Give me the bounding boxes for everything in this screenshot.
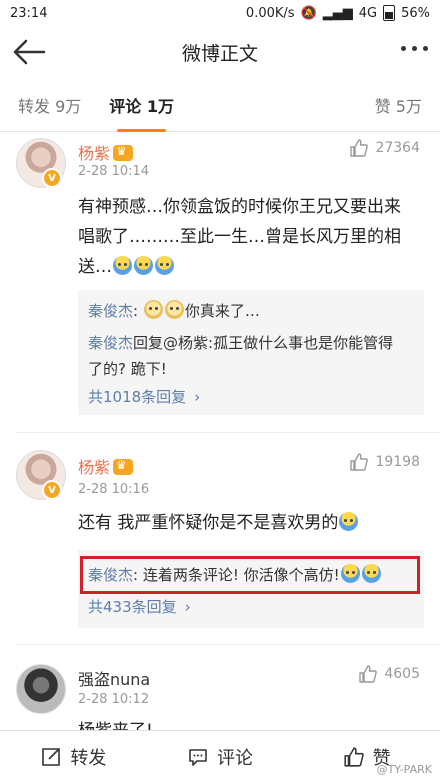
battery-icon [383, 5, 396, 21]
view-more-replies-link[interactable]: 共433条回复 › [88, 596, 414, 617]
comment-username[interactable]: 强盗nuna [78, 666, 150, 690]
emoji-icon [113, 256, 132, 275]
nav-bar: 微博正文 [0, 26, 440, 78]
verified-icon: V [42, 168, 62, 188]
comment-time: 2-28 10:16 [78, 482, 150, 497]
thumb-up-icon [350, 139, 369, 157]
like-button[interactable]: 19198 [349, 452, 420, 472]
bottom-action-bar: 转发 评论 赞 @TY-PARK [0, 730, 440, 782]
tab-comment[interactable]: 评论 1万 [109, 93, 174, 132]
thumb-up-icon [344, 746, 364, 767]
mute-icon: 🔕 [300, 5, 317, 21]
comment-button[interactable]: 评论 [147, 744, 294, 770]
avatar[interactable] [16, 664, 66, 714]
emoji-icon [155, 256, 174, 275]
like-count: 19198 [375, 454, 420, 470]
vip-crown-icon [113, 144, 134, 161]
comment-time: 2-28 10:14 [78, 164, 150, 179]
like-count: 4605 [384, 666, 420, 682]
signal-icon: ▂▄▆ [322, 5, 353, 21]
vip-crown-icon [113, 458, 134, 475]
comment-username[interactable]: 杨紫 [78, 454, 134, 478]
comment-time: 2-28 10:12 [78, 692, 150, 707]
comment-text: 还有 我严重怀疑你是不是喜欢男的 [78, 508, 428, 538]
repost-button[interactable]: 转发 [0, 744, 147, 770]
verified-icon: V [42, 480, 62, 500]
watermark: @TY-PARK [376, 763, 432, 776]
reply-item[interactable]: 秦俊杰回复@杨紫:孤王做什么事也是你能管得 了的? 跪下! [88, 330, 414, 382]
view-more-replies-link[interactable]: 共1018条回复 › [88, 386, 414, 407]
status-indicators: 0.00K/s 🔕 ▂▄▆ 4G 56% [246, 5, 430, 21]
page-title: 微博正文 [181, 42, 258, 65]
emoji-icon [143, 300, 163, 319]
comment-icon [189, 748, 207, 766]
repost-icon [42, 747, 61, 766]
tab-likes[interactable]: 赞 5万 [375, 93, 422, 117]
reply-box: 秦俊杰: 你真来了… 秦俊杰回复@杨紫:孤王做什么事也是你能管得 了的? 跪下!… [78, 290, 424, 415]
emoji-icon [134, 256, 153, 275]
more-options-icon[interactable] [401, 46, 428, 51]
back-arrow-icon[interactable] [12, 38, 46, 66]
comment-text: 有神预感…你领盒饭的时候你王兄又要出来 唱歌了………至此一生…曾是长风万里的相 … [78, 197, 401, 277]
network-speed: 0.00K/s [245, 5, 295, 21]
thumb-up-icon [359, 665, 378, 683]
comment-text: 杨紫来了! [78, 716, 428, 730]
thumb-up-icon [350, 453, 369, 471]
divider [16, 432, 440, 433]
like-button[interactable]: 27364 [349, 138, 420, 158]
tab-repost[interactable]: 转发 9万 [18, 93, 81, 117]
emoji-icon [339, 512, 359, 531]
comment-list: V 杨紫 2-28 10:14 27364 有神预感…你领盒饭的时候你王兄又要出… [0, 132, 440, 730]
chevron-right-icon: › [184, 598, 191, 616]
status-bar: 23:14 0.00K/s 🔕 ▂▄▆ 4G 56% [0, 0, 440, 26]
network-type: 4G [358, 5, 378, 21]
comment-username[interactable]: 杨紫 [78, 140, 134, 164]
chevron-right-icon: › [194, 388, 201, 406]
status-time: 23:14 [10, 5, 48, 21]
like-button[interactable]: 4605 [358, 664, 420, 684]
emoji-icon [164, 300, 184, 319]
like-count: 27364 [375, 140, 420, 156]
battery-level: 56% [401, 5, 430, 21]
tab-bar: 转发 9万 评论 1万 赞 5万 [0, 78, 440, 132]
divider [16, 644, 440, 645]
highlight-box [80, 556, 420, 594]
reply-item[interactable]: 秦俊杰: 你真来了… [88, 298, 414, 324]
